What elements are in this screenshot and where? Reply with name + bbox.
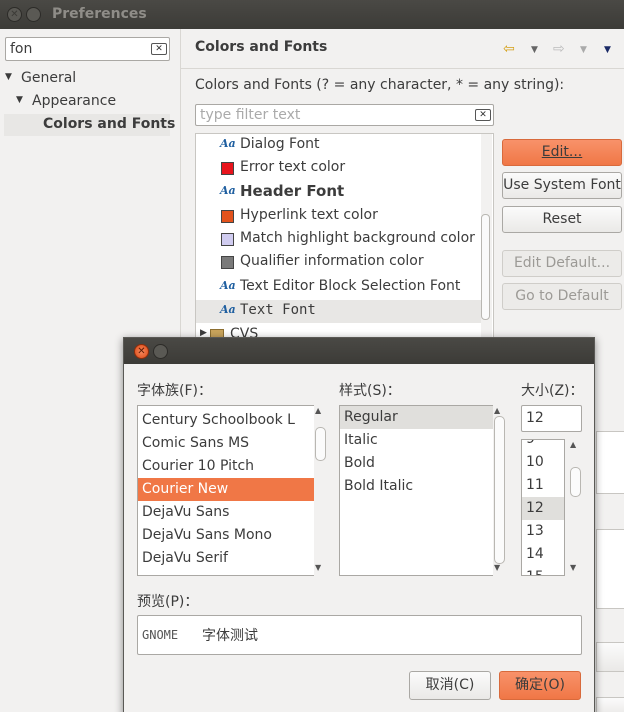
family-scrollbar[interactable]: ▲ ▼ bbox=[314, 405, 327, 576]
reset-button[interactable]: Reset bbox=[502, 206, 622, 233]
list-item[interactable]: Aa Header Font bbox=[196, 181, 482, 204]
list-scrollbar[interactable] bbox=[481, 134, 492, 352]
search-value: fon bbox=[10, 41, 33, 57]
close-icon[interactable]: ✕ bbox=[7, 7, 22, 22]
filter-placeholder: type filter text bbox=[200, 107, 301, 123]
preview-gnome-text: GNOME bbox=[142, 628, 179, 642]
list-item[interactable]: Aa Dialog Font bbox=[196, 134, 482, 157]
list-item[interactable]: Hyperlink text color bbox=[196, 205, 482, 228]
scroll-down-icon[interactable]: ▼ bbox=[494, 563, 500, 572]
forward-arrow-icon[interactable]: ⇨ bbox=[553, 41, 565, 57]
size-input[interactable]: 12 bbox=[521, 405, 582, 432]
font-icon: Aa bbox=[220, 137, 236, 150]
filter-input[interactable]: type filter text ✕ bbox=[195, 104, 494, 126]
cancel-button[interactable]: 取消(C) bbox=[409, 671, 491, 700]
scrollbar-thumb[interactable] bbox=[315, 427, 326, 461]
dialog-close-icon[interactable]: ✕ bbox=[134, 344, 149, 359]
tree-item-general[interactable]: General bbox=[21, 70, 76, 86]
list-item-selected[interactable]: Aa Text Font bbox=[196, 300, 482, 323]
family-label: 字体族(F)： bbox=[137, 383, 212, 399]
list-item[interactable]: DejaVu Serif bbox=[138, 547, 314, 570]
page-header: Colors and Fonts ⇦ ▼ ⇨ ▼ ▼ bbox=[181, 29, 624, 69]
style-list[interactable]: Regular Italic Bold Bold Italic bbox=[339, 405, 494, 576]
button-fragment[interactable] bbox=[596, 642, 624, 672]
clear-filter-icon[interactable]: ✕ bbox=[475, 109, 491, 121]
scroll-up-icon[interactable]: ▲ bbox=[315, 406, 321, 415]
scrollbar-thumb[interactable] bbox=[481, 214, 490, 320]
list-item[interactable]: Bold Italic bbox=[340, 475, 493, 498]
list-item[interactable]: 10 bbox=[522, 451, 564, 474]
style-label: 样式(S)： bbox=[339, 383, 401, 399]
preview-text-field[interactable]: GNOME 字体测试 bbox=[137, 615, 582, 655]
scrollbar-thumb[interactable] bbox=[570, 467, 581, 497]
scroll-up-icon[interactable]: ▲ bbox=[570, 440, 576, 449]
dialog-titlebar: ✕ bbox=[124, 338, 594, 364]
font-icon: Aa bbox=[220, 279, 236, 292]
list-item[interactable]: 14 bbox=[522, 543, 564, 566]
style-scrollbar[interactable]: ▲ ▼ bbox=[493, 405, 506, 576]
color-swatch-icon bbox=[221, 256, 234, 269]
button-fragment[interactable] bbox=[596, 697, 624, 712]
font-chooser-dialog: ✕ 字体族(F)： 样式(S)： 大小(Z)： Century Schoolbo… bbox=[123, 337, 595, 712]
list-item[interactable]: Italic bbox=[340, 429, 493, 452]
list-item[interactable]: Match highlight background color bbox=[196, 228, 482, 251]
back-menu-icon[interactable]: ▼ bbox=[531, 45, 538, 55]
size-list[interactable]: 9 10 11 12 13 14 15 bbox=[521, 439, 565, 576]
font-icon: Aa bbox=[220, 184, 236, 197]
scroll-down-icon[interactable]: ▼ bbox=[570, 563, 576, 572]
expand-arrow-icon[interactable]: ▼ bbox=[5, 72, 12, 82]
tree-item-colors-and-fonts[interactable]: Colors and Fonts bbox=[43, 116, 175, 132]
scroll-up-icon[interactable]: ▲ bbox=[494, 406, 500, 415]
list-item[interactable]: Qualifier information color bbox=[196, 251, 482, 274]
font-icon: Aa bbox=[220, 303, 236, 316]
size-value: 12 bbox=[526, 410, 544, 426]
use-system-font-button[interactable]: Use System Font bbox=[502, 172, 622, 199]
color-swatch-icon bbox=[221, 210, 234, 223]
edit-button[interactable]: Edit... bbox=[502, 139, 622, 166]
list-item[interactable]: Century Schoolbook L bbox=[138, 409, 314, 432]
color-swatch-icon bbox=[221, 233, 234, 246]
tree-item-appearance[interactable]: Appearance bbox=[32, 93, 116, 109]
window-titlebar: ✕ Preferences bbox=[0, 0, 624, 29]
list-item[interactable]: Error text color bbox=[196, 157, 482, 180]
forward-menu-icon[interactable]: ▼ bbox=[580, 45, 587, 55]
list-item-selected[interactable]: Courier New bbox=[138, 478, 314, 501]
description-area-fragment bbox=[596, 529, 624, 609]
list-item[interactable]: 15 bbox=[522, 566, 564, 575]
list-item[interactable]: 11 bbox=[522, 474, 564, 497]
list-item[interactable]: 13 bbox=[522, 520, 564, 543]
list-item[interactable]: Comic Sans MS bbox=[138, 432, 314, 455]
scroll-down-icon[interactable]: ▼ bbox=[315, 563, 321, 572]
family-list[interactable]: Century Schoolbook L Comic Sans MS Couri… bbox=[137, 405, 315, 576]
list-item[interactable]: 9 bbox=[522, 440, 564, 451]
dialog-maximize-icon[interactable] bbox=[153, 344, 168, 359]
maximize-icon[interactable] bbox=[26, 7, 41, 22]
back-arrow-icon[interactable]: ⇦ bbox=[503, 41, 515, 57]
list-item-selected[interactable]: Regular bbox=[340, 406, 493, 429]
scrollbar-thumb[interactable] bbox=[494, 416, 505, 564]
section-label: Colors and Fonts (? = any character, * =… bbox=[195, 77, 565, 93]
sidebar-search-input[interactable]: fon ✕ bbox=[5, 37, 170, 61]
window-title: Preferences bbox=[52, 6, 147, 22]
colors-fonts-tree[interactable]: Aa Dialog Font Error text color Aa Heade… bbox=[195, 133, 494, 353]
go-to-default-button[interactable]: Go to Default bbox=[502, 283, 622, 310]
size-scrollbar[interactable]: ▲ ▼ bbox=[569, 439, 582, 576]
list-item[interactable]: DejaVu Sans bbox=[138, 501, 314, 524]
page-title: Colors and Fonts bbox=[195, 39, 328, 55]
list-item[interactable]: Bold bbox=[340, 452, 493, 475]
preview-area-fragment bbox=[596, 431, 624, 494]
color-swatch-icon bbox=[221, 162, 234, 175]
list-item[interactable]: Courier 10 Pitch bbox=[138, 455, 314, 478]
edit-default-button[interactable]: Edit Default... bbox=[502, 250, 622, 277]
size-label: 大小(Z)： bbox=[521, 383, 584, 399]
list-item-selected[interactable]: 12 bbox=[522, 497, 564, 520]
list-item[interactable]: Aa Text Editor Block Selection Font bbox=[196, 276, 482, 299]
preview-sample-text: 字体测试 bbox=[202, 628, 258, 644]
ok-button[interactable]: 确定(O) bbox=[499, 671, 581, 700]
expand-arrow-icon[interactable]: ▼ bbox=[16, 95, 23, 105]
view-menu-icon[interactable]: ▼ bbox=[604, 45, 611, 55]
list-item[interactable]: DejaVu Sans Mono bbox=[138, 524, 314, 547]
preview-label: 预览(P)： bbox=[137, 594, 199, 610]
clear-search-icon[interactable]: ✕ bbox=[151, 43, 167, 55]
